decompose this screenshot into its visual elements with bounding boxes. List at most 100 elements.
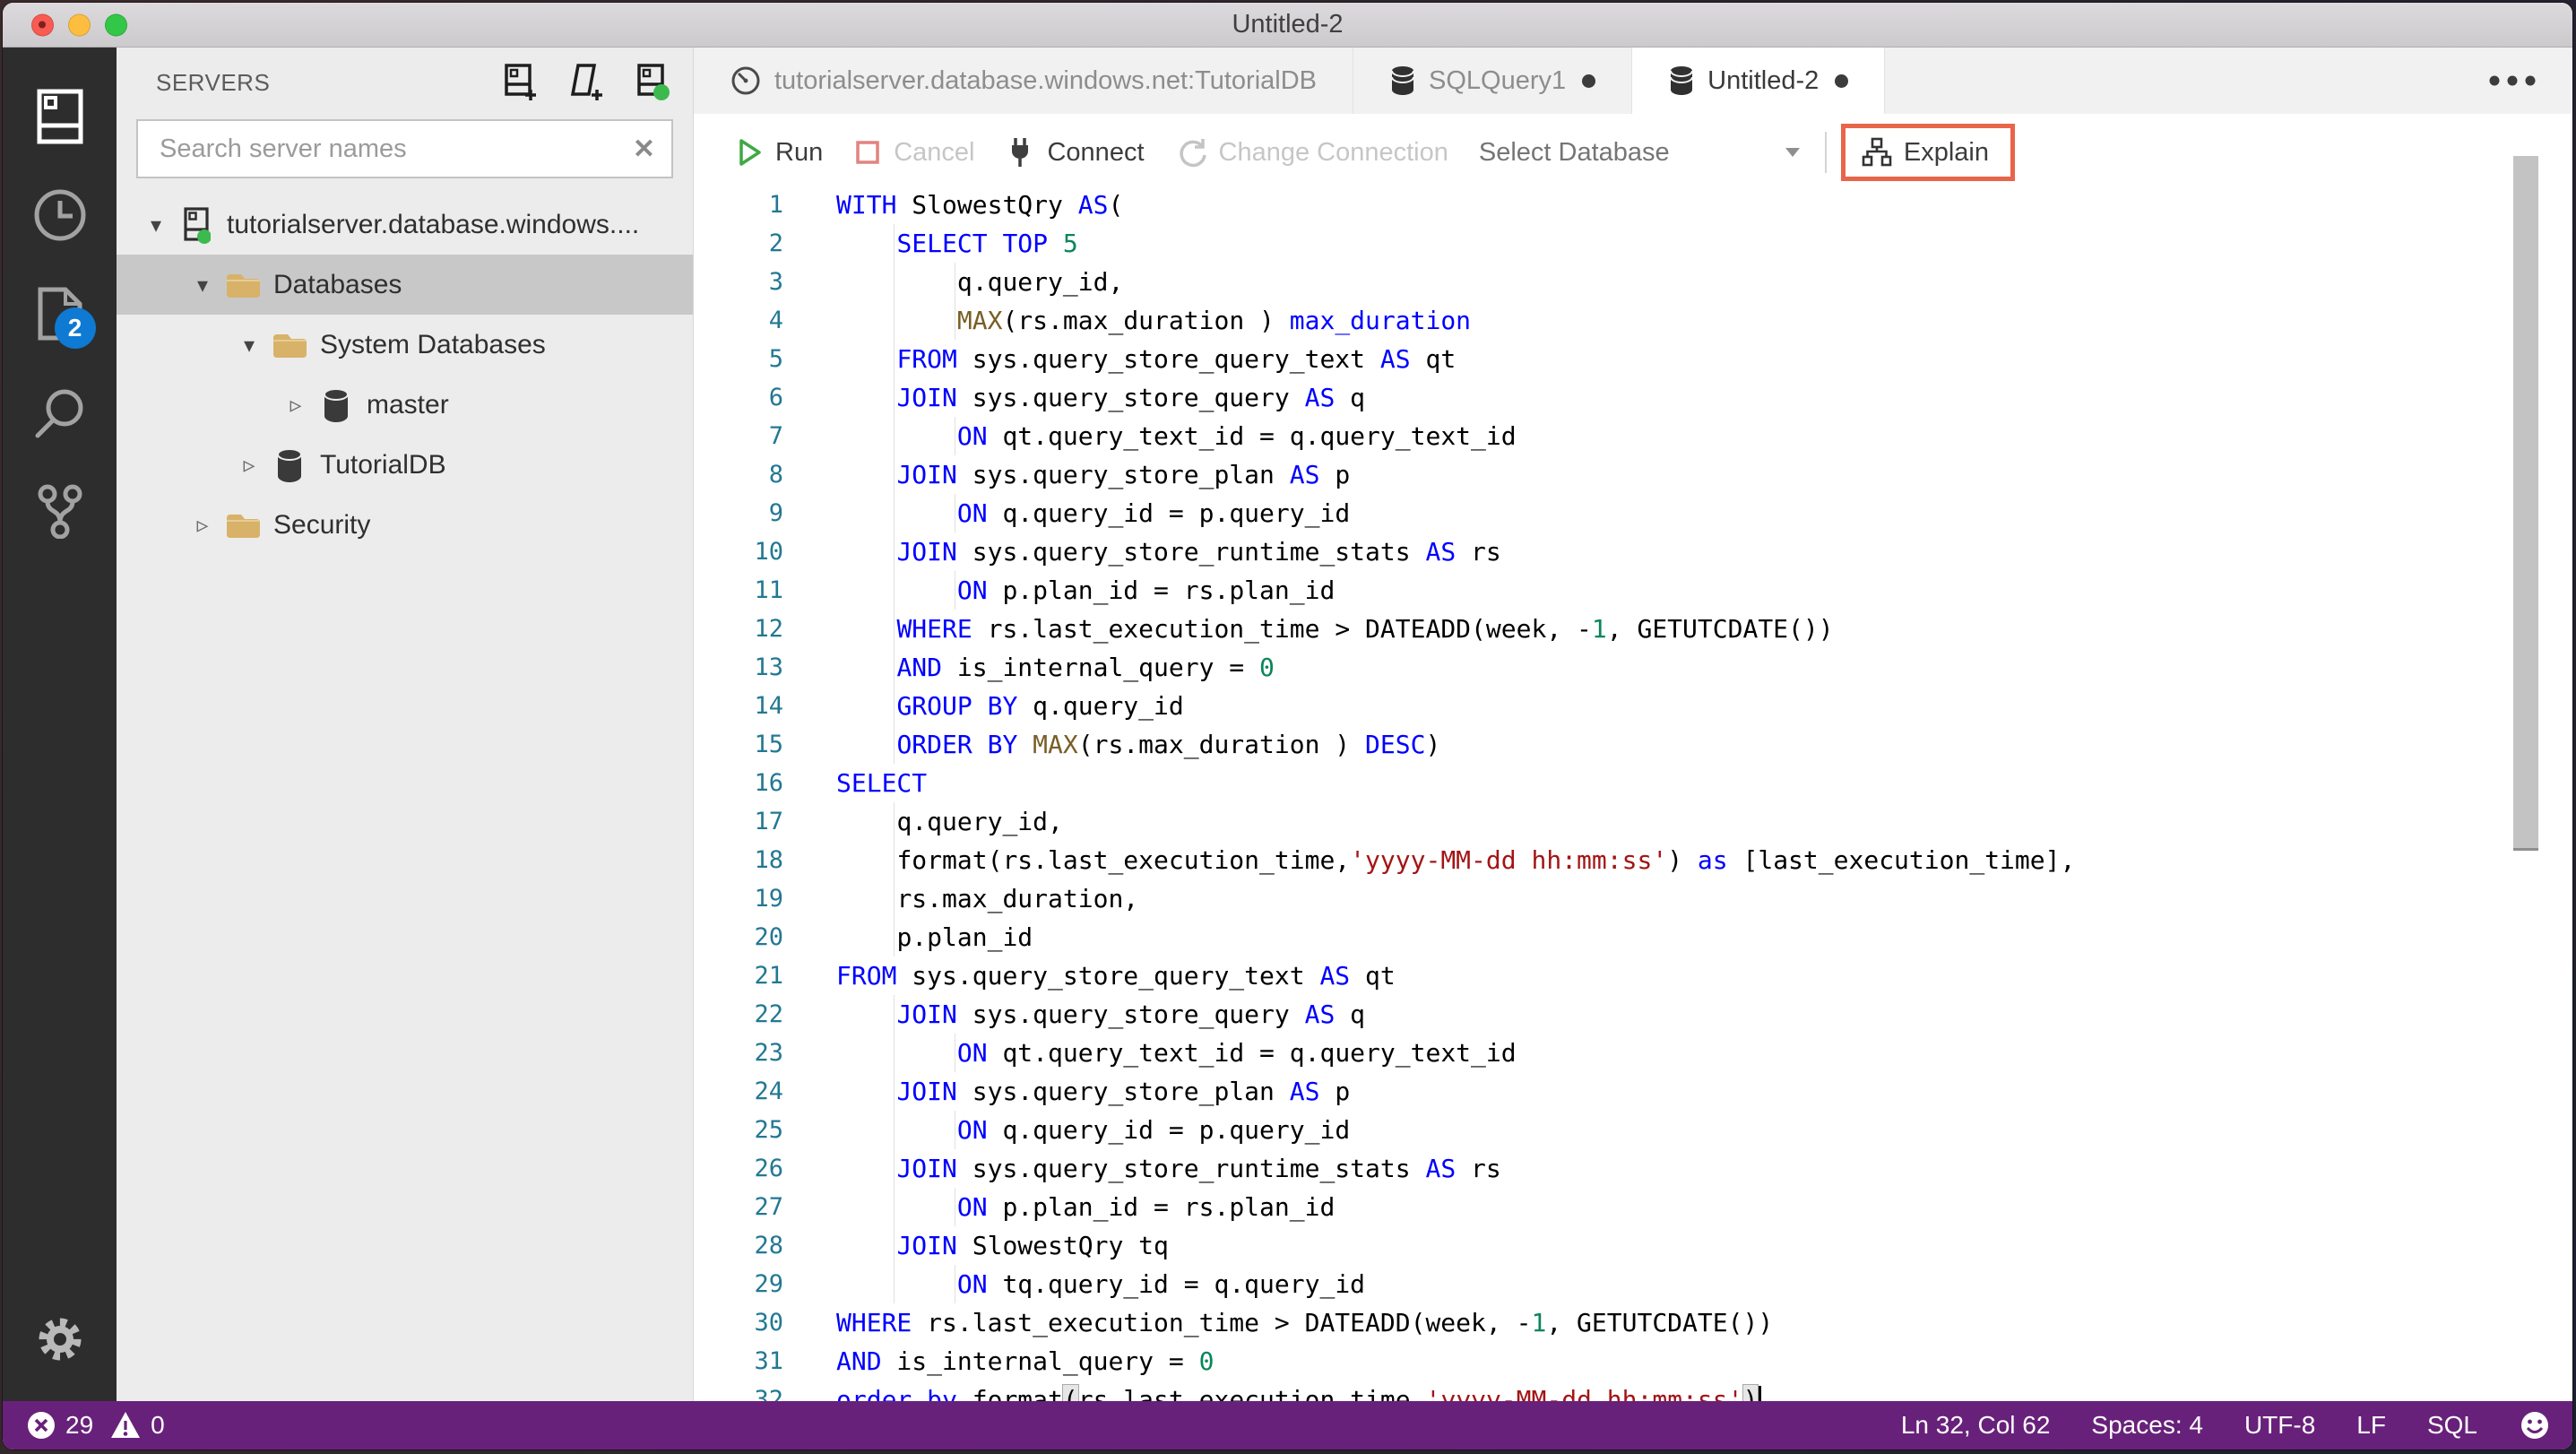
code-text: GROUP BY q.query_id [896, 687, 1183, 725]
minimize-window-button[interactable] [68, 13, 91, 36]
clear-search-icon[interactable]: ✕ [633, 134, 655, 165]
tree-item-tutorialserver-database-windows-[interactable]: ▾tutorialserver.database.windows.... [117, 195, 693, 255]
show-active-connections-icon[interactable] [634, 63, 673, 102]
code-line-1[interactable]: 1WITH SlowestQry AS( [694, 186, 2572, 224]
line-number: 23 [694, 1034, 783, 1072]
tab-tutorialserver-database-windows-net-tutorialdb[interactable]: tutorialserver.database.windows.net:Tuto… [694, 48, 1353, 114]
indentation-setting[interactable]: Spaces: 4 [2091, 1411, 2203, 1440]
code-line-12[interactable]: 12WHERE rs.last_execution_time > DATEADD… [694, 610, 2572, 648]
code-text: JOIN sys.query_store_runtime_stats AS rs [896, 1149, 1500, 1188]
code-line-26[interactable]: 26JOIN sys.query_store_runtime_stats AS … [694, 1149, 2572, 1188]
source-control-icon[interactable] [17, 462, 103, 560]
code-line-18[interactable]: 18format(rs.last_execution_time,'yyyy-MM… [694, 841, 2572, 879]
expand-arrow-icon[interactable]: ▹ [187, 512, 218, 539]
code-line-17[interactable]: 17q.query_id, [694, 802, 2572, 841]
editor-scrollbar[interactable] [2513, 156, 2538, 851]
search-server-input[interactable] [158, 134, 633, 165]
code-line-7[interactable]: 7ON qt.query_text_id = q.query_text_id [694, 417, 2572, 455]
new-connection-icon[interactable] [501, 63, 540, 102]
code-line-4[interactable]: 4MAX(rs.max_duration ) max_duration [694, 301, 2572, 340]
code-line-30[interactable]: 30WHERE rs.last_execution_time > DATEADD… [694, 1303, 2572, 1342]
code-line-32[interactable]: 32order by format(rs.last_execution_time… [694, 1380, 2572, 1401]
code-line-28[interactable]: 28JOIN SlowestQry tq [694, 1226, 2572, 1265]
tab-untitled-2[interactable]: Untitled-2 [1632, 48, 1885, 114]
more-actions-icon[interactable] [2488, 48, 2537, 114]
select-database-dropdown[interactable]: Select Database [1479, 138, 1802, 168]
code-line-9[interactable]: 9ON q.query_id = p.query_id [694, 494, 2572, 532]
feedback-smiley-icon[interactable] [2519, 1409, 2551, 1441]
code-line-24[interactable]: 24JOIN sys.query_store_plan AS p [694, 1072, 2572, 1111]
code-line-20[interactable]: 20p.plan_id [694, 918, 2572, 956]
line-number: 7 [694, 417, 783, 455]
tab-bar: tutorialserver.database.windows.net:Tuto… [694, 48, 2572, 114]
indent-guide [894, 1034, 895, 1072]
code-line-27[interactable]: 27ON p.plan_id = rs.plan_id [694, 1188, 2572, 1226]
line-number: 11 [694, 571, 783, 610]
code-line-5[interactable]: 5FROM sys.query_store_query_text AS qt [694, 340, 2572, 378]
encoding-setting[interactable]: UTF-8 [2244, 1411, 2315, 1440]
run-button[interactable]: Run [735, 136, 823, 169]
code-line-15[interactable]: 15ORDER BY MAX(rs.max_duration ) DESC) [694, 725, 2572, 764]
code-editor[interactable]: 1WITH SlowestQry AS(2SELECT TOP 53q.quer… [694, 186, 2572, 1401]
problems-indicator[interactable]: 29 0 [26, 1410, 165, 1441]
connections-icon[interactable] [17, 67, 103, 166]
indent-guide [894, 1072, 895, 1111]
code-line-19[interactable]: 19rs.max_duration, [694, 879, 2572, 918]
tree-item-tutorialdb[interactable]: ▹ TutorialDB [117, 435, 693, 495]
tree-item-system-databases[interactable]: ▾System Databases [117, 315, 693, 375]
tree-item-label: TutorialDB [320, 450, 446, 480]
language-mode[interactable]: SQL [2427, 1411, 2477, 1440]
code-line-11[interactable]: 11ON p.plan_id = rs.plan_id [694, 571, 2572, 610]
maximize-window-button[interactable] [105, 13, 127, 36]
eol-setting[interactable]: LF [2356, 1411, 2386, 1440]
open-editors-icon[interactable]: 2 [17, 264, 103, 363]
code-text: JOIN sys.query_store_query AS q [896, 995, 1365, 1034]
code-text: ON q.query_id = p.query_id [957, 1111, 1350, 1149]
settings-gear-icon[interactable] [17, 1290, 103, 1389]
line-number: 28 [694, 1226, 783, 1265]
code-line-31[interactable]: 31AND is_internal_query = 0 [694, 1342, 2572, 1380]
explain-button[interactable]: Explain [1862, 137, 1989, 168]
indent-guide [894, 841, 895, 879]
line-number: 1 [694, 186, 783, 224]
indent-guide [894, 417, 895, 455]
code-text: ON p.plan_id = rs.plan_id [957, 1188, 1335, 1226]
indent-guide [894, 687, 895, 725]
warning-count: 0 [151, 1411, 165, 1440]
code-line-23[interactable]: 23ON qt.query_text_id = q.query_text_id [694, 1034, 2572, 1072]
collapse-arrow-icon[interactable]: ▾ [234, 333, 264, 358]
code-line-10[interactable]: 10JOIN sys.query_store_runtime_stats AS … [694, 532, 2572, 571]
change-connection-button[interactable]: Change Connection [1175, 136, 1448, 169]
search-icon[interactable] [17, 363, 103, 462]
tab-sqlquery1[interactable]: SQLQuery1 [1353, 48, 1632, 114]
code-line-25[interactable]: 25ON q.query_id = p.query_id [694, 1111, 2572, 1149]
task-history-icon[interactable] [17, 166, 103, 264]
explain-icon [1862, 137, 1892, 168]
code-line-14[interactable]: 14GROUP BY q.query_id [694, 687, 2572, 725]
tree-item-security[interactable]: ▹Security [117, 495, 693, 555]
code-line-29[interactable]: 29ON tq.query_id = q.query_id [694, 1265, 2572, 1303]
code-line-13[interactable]: 13AND is_internal_query = 0 [694, 648, 2572, 687]
new-server-group-icon[interactable] [567, 63, 607, 102]
collapse-arrow-icon[interactable]: ▾ [141, 212, 171, 238]
code-line-8[interactable]: 8JOIN sys.query_store_plan AS p [694, 455, 2572, 494]
collapse-arrow-icon[interactable]: ▾ [187, 273, 218, 298]
code-line-21[interactable]: 21FROM sys.query_store_query_text AS qt [694, 956, 2572, 995]
database-icon [274, 447, 305, 483]
expand-arrow-icon[interactable]: ▹ [281, 392, 311, 419]
expand-arrow-icon[interactable]: ▹ [234, 452, 264, 479]
code-line-6[interactable]: 6JOIN sys.query_store_query AS q [694, 378, 2572, 417]
connect-button[interactable]: Connect [1005, 136, 1144, 169]
tree-item-label: master [367, 390, 449, 420]
cancel-button[interactable]: Cancel [853, 138, 974, 168]
code-line-3[interactable]: 3q.query_id, [694, 263, 2572, 301]
code-line-22[interactable]: 22JOIN sys.query_store_query AS q [694, 995, 2572, 1034]
cursor-position[interactable]: Ln 32, Col 62 [1901, 1411, 2051, 1440]
close-window-button[interactable] [31, 13, 54, 36]
tree-item-master[interactable]: ▹ master [117, 375, 693, 435]
code-line-2[interactable]: 2SELECT TOP 5 [694, 224, 2572, 263]
code-text: FROM sys.query_store_query_text AS qt [836, 956, 1396, 995]
tree-item-databases[interactable]: ▾Databases [117, 255, 693, 315]
indent-guide [894, 802, 895, 841]
code-line-16[interactable]: 16SELECT [694, 764, 2572, 802]
